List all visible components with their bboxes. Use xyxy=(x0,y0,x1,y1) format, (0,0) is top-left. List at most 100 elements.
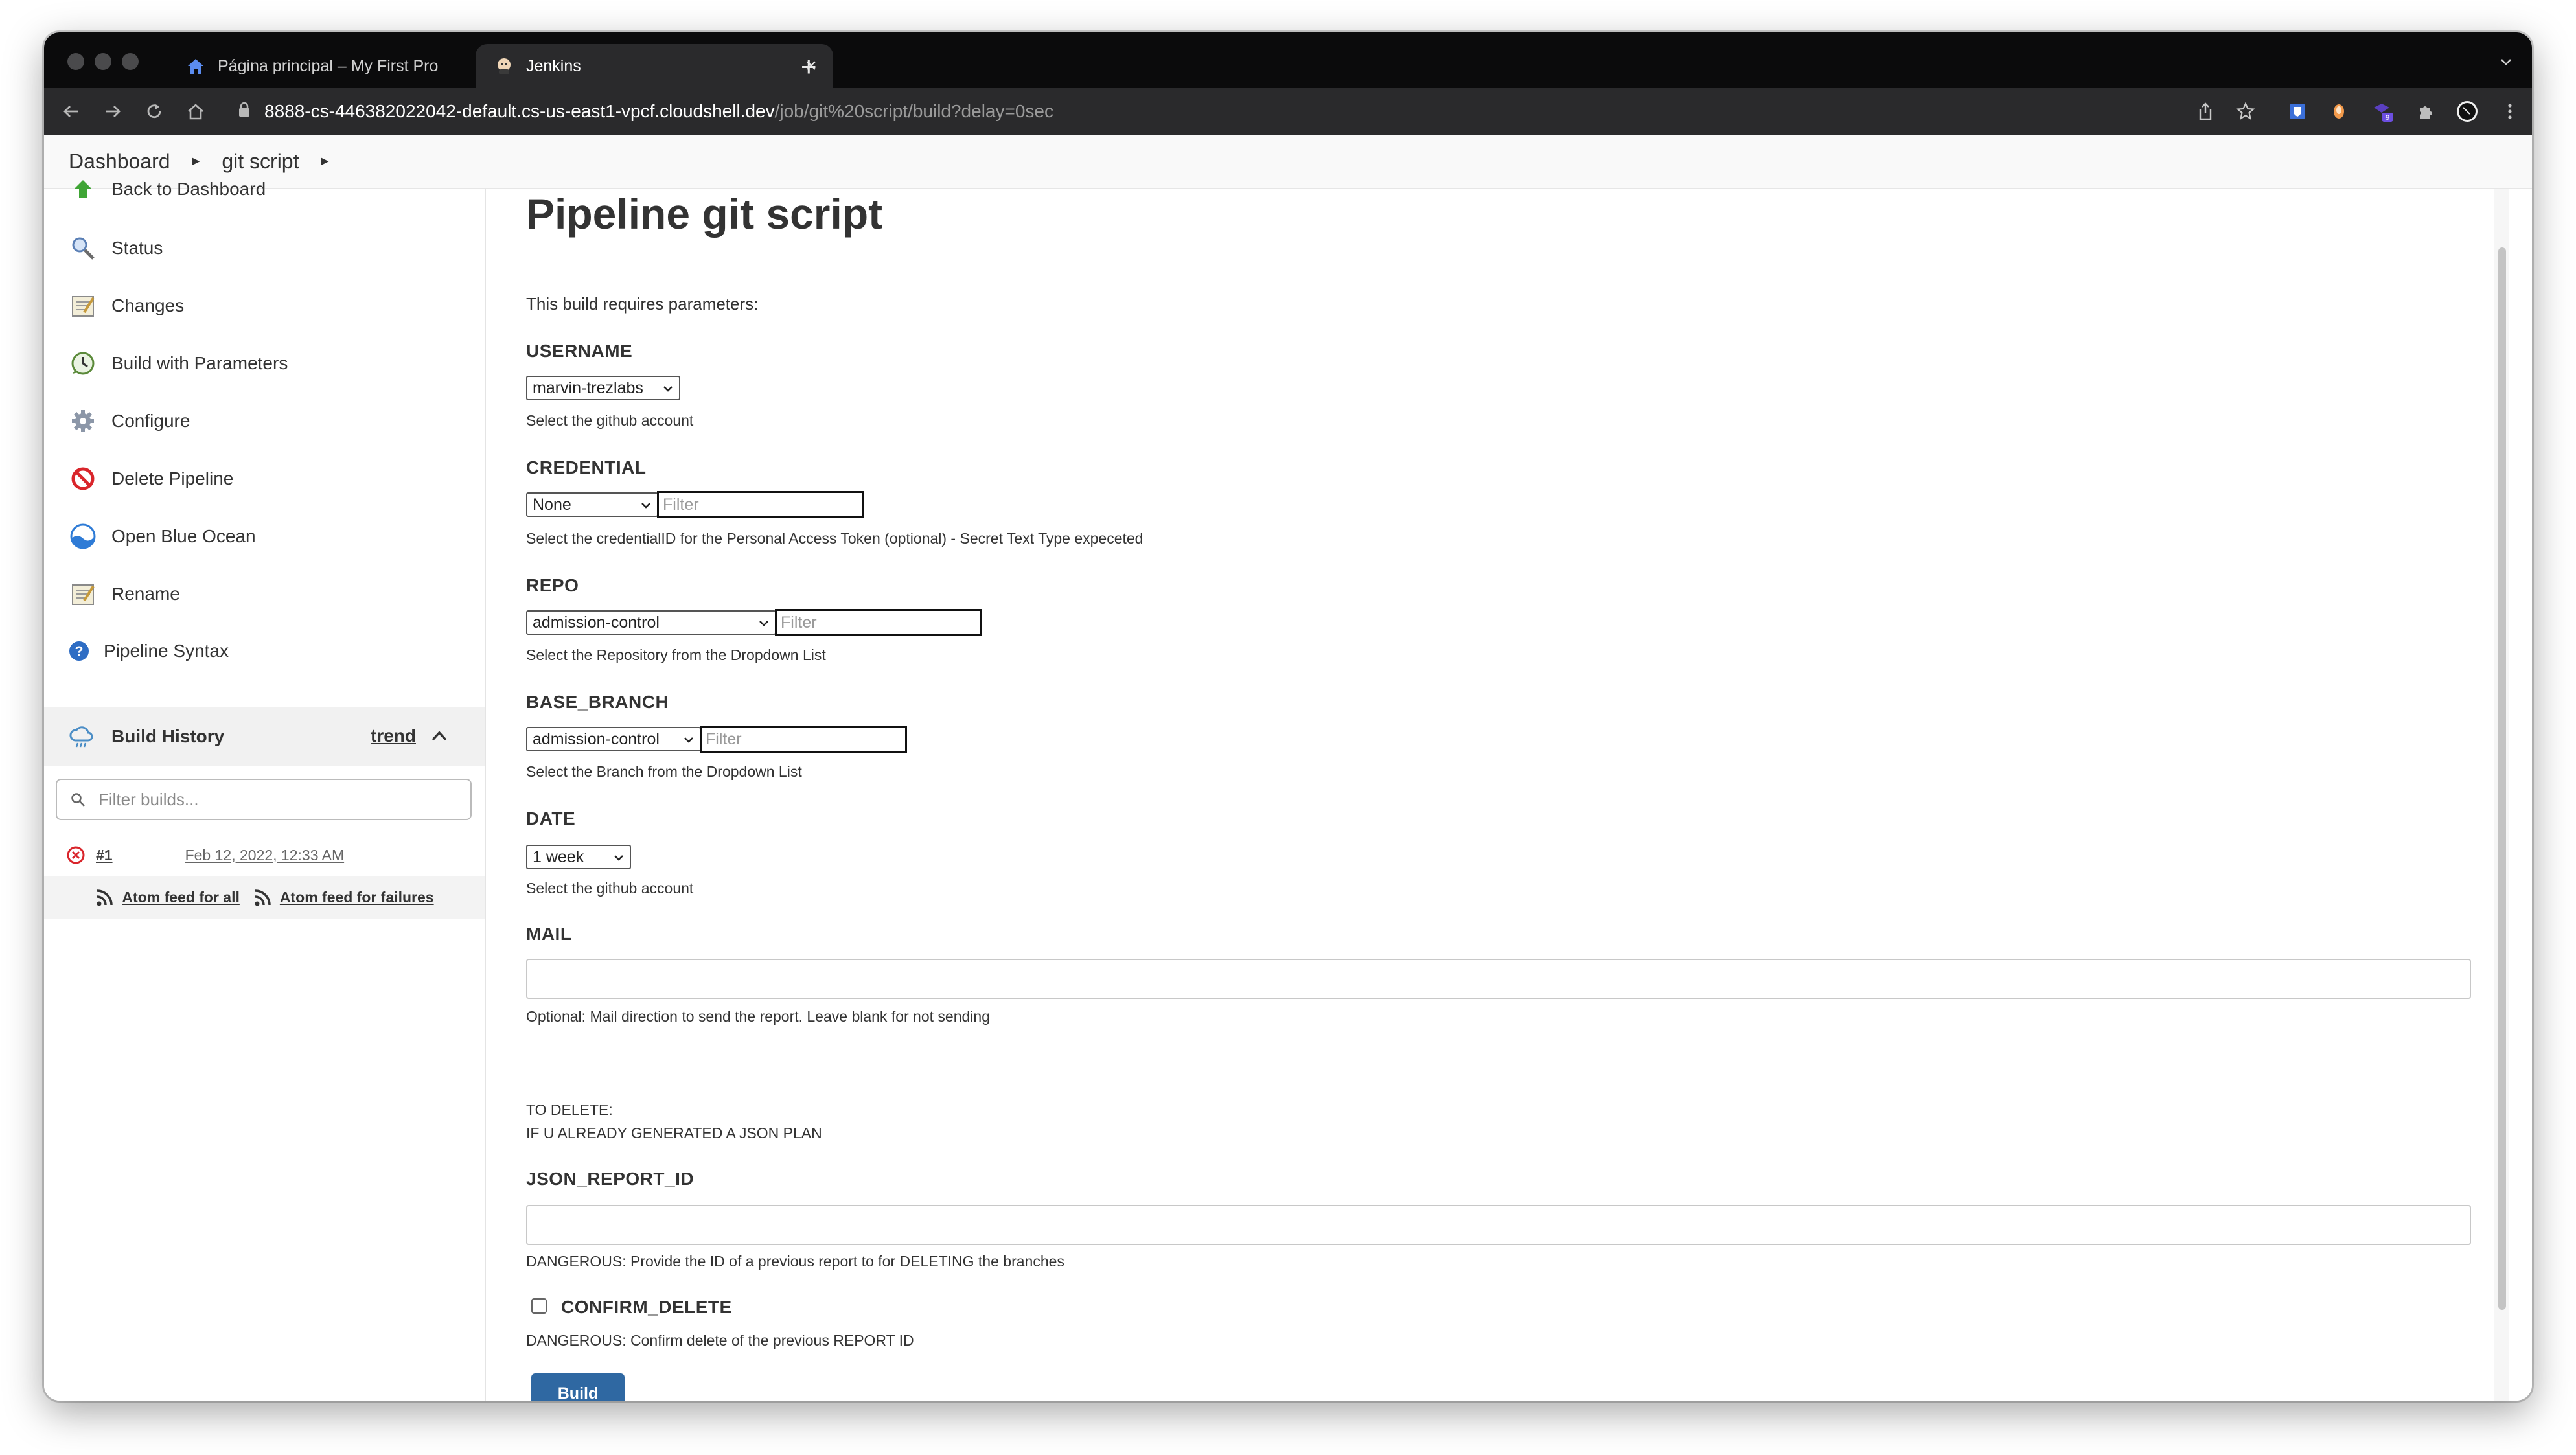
sidebar-item-label: Build with Parameters xyxy=(111,353,288,373)
sidebar-item-open-blue-ocean[interactable]: Open Blue Ocean xyxy=(67,514,256,559)
atom-feed-failures-link[interactable]: Atom feed for failures xyxy=(253,886,434,908)
notepad-icon xyxy=(67,579,98,610)
filter-builds-placeholder: Filter builds... xyxy=(98,789,199,809)
param-repo-label: REPO xyxy=(526,575,579,595)
chevron-down-icon xyxy=(684,737,693,743)
param-mail-description: Optional: Mail direction to send the rep… xyxy=(526,1008,990,1025)
mail-input[interactable] xyxy=(526,959,2471,999)
rss-icon xyxy=(253,886,275,908)
atom-feed-failures-label: Atom feed for failures xyxy=(279,888,434,906)
bookmark-star-icon[interactable] xyxy=(2234,100,2257,123)
build-number-link[interactable]: #1 xyxy=(96,847,113,864)
forward-icon[interactable] xyxy=(98,97,127,126)
sidebar-item-status[interactable]: Status xyxy=(67,225,163,271)
browser-tab-jenkins[interactable]: Jenkins × xyxy=(476,44,833,88)
build-history-row[interactable]: #1 Feb 12, 2022, 12:33 AM xyxy=(56,837,472,873)
browser-toolbar: 8888-cs-446382022042-default.cs-us-east1… xyxy=(44,88,2532,135)
scrollbar-thumb[interactable] xyxy=(2498,247,2506,1310)
breadcrumb-git-script[interactable]: git script xyxy=(222,150,299,174)
param-username-label: USERNAME xyxy=(526,341,633,361)
jenkins-page: Dashboard ► git script ► Back to Dashboa… xyxy=(44,135,2532,1401)
sidebar-item-label: Status xyxy=(111,238,163,258)
sidebar-item-changes[interactable]: Changes xyxy=(67,283,184,328)
address-bar[interactable]: 8888-cs-446382022042-default.cs-us-east1… xyxy=(238,97,1053,126)
home-button-icon[interactable] xyxy=(181,97,210,126)
breadcrumb-separator-icon[interactable]: ► xyxy=(190,154,203,169)
new-tab-button[interactable]: + xyxy=(801,51,817,83)
window-close-dot[interactable] xyxy=(67,53,84,70)
browser-menu-icon[interactable] xyxy=(2498,100,2522,123)
base-branch-select-value: admission-control xyxy=(533,729,660,748)
param-username-description: Select the github account xyxy=(526,412,694,429)
credential-filter-input[interactable]: Filter xyxy=(657,491,864,518)
repo-select-value: admission-control xyxy=(533,613,660,632)
credential-select[interactable]: None xyxy=(526,492,658,517)
extensions-puzzle-icon[interactable] xyxy=(2414,100,2437,123)
url-host: 8888-cs-446382022042-default.cs-us-east1… xyxy=(264,101,775,121)
delete-note-line-2: IF U ALREADY GENERATED A JSON PLAN xyxy=(526,1125,822,1141)
collapse-chevron-icon[interactable] xyxy=(426,723,452,749)
sidebar-item-build-with-parameters[interactable]: Build with Parameters xyxy=(67,341,288,386)
repo-filter-input[interactable]: Filter xyxy=(775,609,982,636)
help-icon: ? xyxy=(63,636,95,667)
build-date-link[interactable]: Feb 12, 2022, 12:33 AM xyxy=(185,847,345,864)
url-path: /job/git%20script/build?delay=0sec xyxy=(774,101,1053,121)
trend-link[interactable]: trend xyxy=(371,726,416,746)
param-repo-description: Select the Repository from the Dropdown … xyxy=(526,647,826,663)
param-date-label: DATE xyxy=(526,808,576,829)
up-arrow-icon xyxy=(67,176,98,202)
tab-label: Jenkins xyxy=(526,56,581,75)
sidebar-item-delete-pipeline[interactable]: Delete Pipeline xyxy=(67,456,233,501)
param-confirm-delete-label: CONFIRM_DELETE xyxy=(561,1297,732,1317)
extension-orange-icon[interactable] xyxy=(2327,100,2351,123)
sidebar-item-pipeline-syntax[interactable]: ? Pipeline Syntax xyxy=(63,628,229,674)
username-select[interactable]: marvin-trezlabs xyxy=(526,376,680,400)
browser-window: Página principal – My First Pro × Jenkin… xyxy=(44,32,2532,1401)
lock-icon xyxy=(238,97,250,126)
repo-select[interactable]: admission-control xyxy=(526,610,776,635)
home-icon xyxy=(185,56,206,76)
base-branch-filter-input[interactable]: Filter xyxy=(700,726,907,753)
jenkins-icon xyxy=(494,56,514,76)
reload-icon[interactable] xyxy=(140,97,168,126)
repo-filter-placeholder: Filter xyxy=(781,613,817,632)
browser-tab-home[interactable]: Página principal – My First Pro × xyxy=(167,44,517,88)
rss-icon xyxy=(95,886,117,908)
build-history-header: Build History trend xyxy=(44,707,485,766)
clock-build-icon xyxy=(67,348,98,379)
profile-avatar-icon[interactable] xyxy=(2455,100,2479,123)
share-icon[interactable] xyxy=(2194,100,2217,123)
breadcrumb-menu-arrow-icon[interactable]: ► xyxy=(318,154,331,169)
base-branch-select[interactable]: admission-control xyxy=(526,727,701,751)
filter-builds-input[interactable]: Filter builds... xyxy=(56,779,472,820)
build-history-title: Build History xyxy=(111,726,225,746)
build-button[interactable]: Build xyxy=(531,1373,625,1401)
atom-feed-all-link[interactable]: Atom feed for all xyxy=(95,886,240,908)
window-zoom-dot[interactable] xyxy=(122,53,139,70)
chevron-down-icon xyxy=(663,386,673,392)
breadcrumb-dashboard[interactable]: Dashboard xyxy=(69,150,170,174)
extension-purple-badge-icon[interactable]: 9 xyxy=(2371,100,2395,123)
json-report-id-input[interactable] xyxy=(526,1205,2471,1245)
confirm-delete-checkbox[interactable] xyxy=(531,1298,547,1314)
sidebar-item-rename[interactable]: Rename xyxy=(67,571,180,617)
window-minimize-dot[interactable] xyxy=(95,53,111,70)
tab-label: Página principal – My First Pro xyxy=(218,56,439,75)
tab-search-chevron-icon[interactable] xyxy=(2500,56,2513,69)
no-entry-icon xyxy=(67,463,98,494)
atom-feeds: Atom feed for all Atom feed for failures xyxy=(44,876,485,919)
blue-ocean-icon xyxy=(67,521,98,552)
chevron-down-icon xyxy=(641,503,650,509)
sidebar-item-back-to-dashboard[interactable]: Back to Dashboard xyxy=(67,176,266,202)
magnifier-icon xyxy=(67,233,98,264)
date-select-value: 1 week xyxy=(533,847,584,866)
sidebar-item-label: Open Blue Ocean xyxy=(111,526,256,546)
chevron-down-icon xyxy=(614,855,623,861)
back-icon[interactable] xyxy=(57,97,86,126)
page-scrollbar[interactable] xyxy=(2494,189,2509,1401)
sidebar-item-configure[interactable]: Configure xyxy=(67,398,190,444)
bitwarden-extension-icon[interactable] xyxy=(2286,100,2309,123)
browser-tab-strip: Página principal – My First Pro × Jenkin… xyxy=(44,32,2532,88)
date-select[interactable]: 1 week xyxy=(526,845,631,869)
param-credential-label: CREDENTIAL xyxy=(526,457,647,477)
